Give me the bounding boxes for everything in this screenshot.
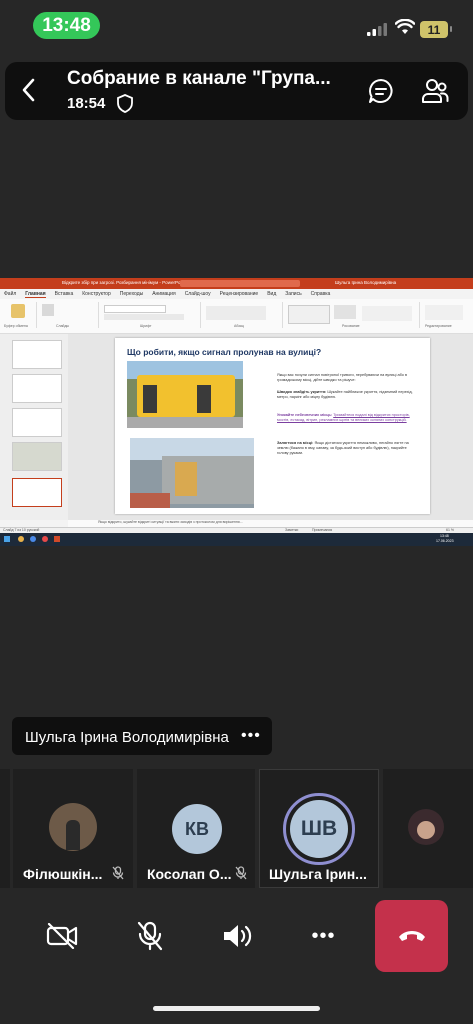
hang-up-icon <box>399 931 425 941</box>
chat-icon[interactable] <box>367 77 395 105</box>
participant-tile-edge <box>0 769 10 888</box>
participant-photo <box>408 809 444 845</box>
status-time: 13:48 <box>33 12 100 39</box>
ribbon-tab: Конструктор <box>82 291 111 297</box>
ribbon-group-label: Шрифт <box>140 324 152 328</box>
slide-bullet-head: Уникайте небезпечних місць: <box>277 413 333 417</box>
notes-text: Якщо відкрито, шукайте відкриті ситуації… <box>98 520 243 524</box>
slide-notes: Якщо відкрито, шукайте відкриті ситуації… <box>68 520 473 527</box>
participant-name: Косолап О... <box>147 866 232 882</box>
slide-bullet-head: Швидко знайдіть укриття: <box>277 390 327 394</box>
slide-thumbnail[interactable] <box>12 442 62 471</box>
slide-bullet: Швидко знайдіть укриття: Шукайте найближ… <box>277 390 419 400</box>
ribbon-tab: Слайд-шоу <box>184 291 211 297</box>
ribbon-tabs: Файл Главная Вставка Конструктор Переход… <box>0 289 473 299</box>
speaker-ring: ШВ <box>283 793 355 865</box>
slide-title: Що робити, якщо сигнал пролунав на вулиц… <box>127 347 322 357</box>
participant-name: Філюшкін... <box>23 866 103 882</box>
ribbon-tab: Рецензирование <box>219 291 259 297</box>
participant-avatar: ШВ <box>290 800 348 858</box>
shared-screen: Відкрите збір при загрозі. Розбирання мі… <box>0 278 473 546</box>
ribbon-tab: Запись <box>285 291 302 297</box>
taskbar-time: 13:48 <box>440 534 449 538</box>
more-actions-button[interactable]: ••• <box>286 900 361 972</box>
slide-intro-text: Якщо вас почули сигнал повітряної тривог… <box>277 373 407 382</box>
shield-icon <box>117 94 133 113</box>
wifi-icon <box>395 19 415 34</box>
ribbon-tab: Справка <box>310 291 331 297</box>
ribbon-tab: Файл <box>4 291 17 297</box>
speaker-icon <box>223 925 251 947</box>
slide-thumbnails[interactable] <box>0 334 69 520</box>
notes-toggle[interactable]: Заметки <box>285 528 298 532</box>
mic-toggle-button[interactable] <box>112 900 187 972</box>
speaker-name: Шульга Ірина Володимирівна <box>25 729 229 746</box>
ribbon-toolbar: Буфер обмена Слайды Шрифт Абзац Рисовани… <box>0 299 473 334</box>
slide-bullet: Уникайте небезпечних місць: Тримайтеся п… <box>277 413 419 423</box>
video-off-icon <box>46 923 77 949</box>
zoom-level: 61 % <box>446 528 454 532</box>
mic-off-icon <box>112 866 124 880</box>
ribbon-tab: Анимация <box>152 291 176 297</box>
back-chevron-icon[interactable] <box>22 78 36 102</box>
battery-icon: 11 <box>420 21 452 38</box>
app-title-bar: Відкрите збір при загрозі. Розбирання мі… <box>0 278 473 294</box>
participant-avatar: КВ <box>172 804 222 854</box>
slide-thumbnail[interactable] <box>12 374 62 403</box>
slide-thumbnail-selected[interactable] <box>12 478 62 507</box>
ribbon-tab: Переходы <box>119 291 144 297</box>
participant-photo <box>49 803 97 851</box>
slide-counter: Слайд 7 из 10 русский <box>3 528 40 532</box>
slide-bullet-head: Залягтися на місці: <box>277 441 314 445</box>
more-icon: ••• <box>311 924 336 947</box>
ribbon-group-label: Рисование <box>342 324 360 328</box>
participants-icon[interactable] <box>421 77 449 105</box>
shelter-photo <box>127 361 243 428</box>
ribbon-group-label: Абзац <box>234 324 244 328</box>
participant-name: Шульга Ірин... <box>269 866 367 882</box>
ribbon-tab: Главная <box>25 290 46 298</box>
ribbon-group-label: Буфер обмена <box>4 324 28 328</box>
speaker-button[interactable] <box>199 900 274 972</box>
meeting-elapsed-time: 18:54 <box>67 95 106 112</box>
slide-thumbnail[interactable] <box>12 340 62 369</box>
signed-in-user: Шульга Ірина Володимирівна <box>335 280 397 285</box>
comments-toggle[interactable]: Примечания <box>312 528 332 532</box>
current-slide: Що робити, якщо сигнал пролунав на вулиц… <box>115 338 430 514</box>
shelter-photo <box>130 438 254 508</box>
mic-off-icon <box>137 921 162 951</box>
meeting-title: Собрание в канале "Група... <box>67 68 331 89</box>
participant-tile[interactable] <box>383 769 473 888</box>
more-options-icon[interactable]: ••• <box>241 727 261 745</box>
taskbar-date: 17.06.2023 <box>436 539 454 543</box>
home-indicator <box>153 1006 320 1011</box>
windows-taskbar: 13:48 17.06.2023 <box>0 533 473 546</box>
ribbon-group-label: Слайды <box>56 324 70 328</box>
ribbon-tab: Вставка <box>54 291 74 297</box>
ribbon-tab: Вид <box>267 291 277 297</box>
cellular-signal-icon <box>367 23 387 36</box>
window-title: Відкрите збір при загрозі. Розбирання мі… <box>62 280 186 285</box>
slide-thumbnail[interactable] <box>12 408 62 437</box>
mic-off-icon <box>235 866 247 880</box>
leave-call-button[interactable] <box>375 900 448 972</box>
ribbon-group-label: Редактирование <box>425 324 452 328</box>
camera-toggle-button[interactable] <box>24 900 99 972</box>
slide-bullet: Залягтися на місці: Якщо дістатися укрит… <box>277 441 419 456</box>
